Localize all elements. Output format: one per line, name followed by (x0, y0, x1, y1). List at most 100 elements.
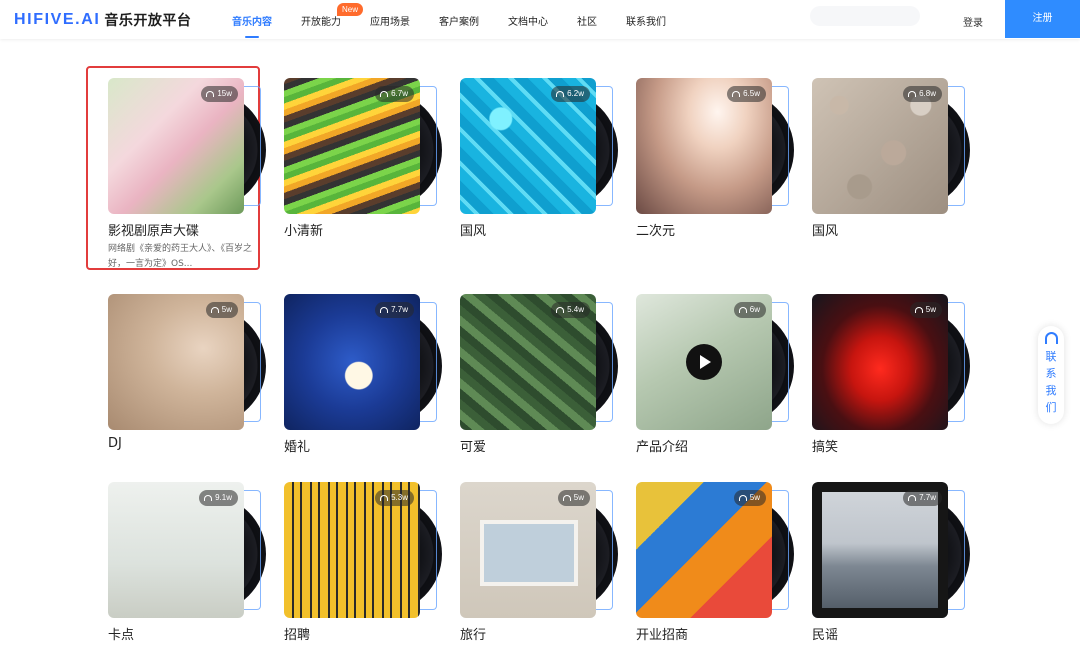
cover-image: 7.7w (284, 294, 420, 430)
picture-frame (480, 520, 578, 586)
playlist-card[interactable]: 6.7w 小清新 (264, 68, 442, 268)
playlist-card[interactable]: 5w 开业招商 (616, 472, 794, 672)
playlist-card[interactable]: 5.4w 可爱 (440, 284, 618, 484)
cover-image: 7.7w (812, 482, 948, 618)
playlist-card[interactable]: 5w DJ (88, 284, 266, 484)
play-count: 6w (749, 305, 760, 314)
play-count: 6.7w (391, 89, 408, 98)
cover-wrap: 9.1w (108, 482, 266, 618)
headphone-icon (556, 306, 565, 313)
play-count: 5w (221, 305, 232, 314)
play-count: 7.7w (919, 493, 936, 502)
side-contact-button[interactable]: 联系我们 (1038, 326, 1064, 424)
play-count-badge: 15w (201, 86, 238, 102)
login-link[interactable]: 登录 (963, 14, 983, 29)
nav-scenarios[interactable]: 应用场景 (370, 13, 410, 28)
card-title[interactable]: 影视剧原声大碟 (108, 220, 199, 239)
cover-wrap: 5w (460, 482, 618, 618)
nav-community[interactable]: 社区 (577, 13, 597, 28)
playlist-card[interactable]: 15w 影视剧原声大碟 网络剧《亲爱的药王大人》、《百岁之好，一言为定》OS..… (86, 66, 266, 270)
playlist-card[interactable]: 7.7w 民谣 (792, 472, 970, 672)
card-title[interactable]: 小清新 (284, 220, 323, 239)
headphone-icon (562, 494, 571, 501)
new-badge: New (337, 3, 364, 16)
card-title[interactable]: 二次元 (636, 220, 675, 239)
nav-contact-us[interactable]: 联系我们 (626, 13, 666, 28)
card-title[interactable]: 国风 (812, 220, 838, 239)
cover-image: 5.4w (460, 294, 596, 430)
cover-wrap: 5w (812, 294, 970, 430)
card-title[interactable]: 旅行 (460, 624, 486, 643)
card-title[interactable]: 开业招商 (636, 624, 688, 643)
cover-image: 6.2w (460, 78, 596, 214)
cover-wrap: 6.2w (460, 78, 618, 214)
play-count-badge: 5w (205, 302, 238, 318)
headphone-icon (908, 494, 917, 501)
cover-wrap: 5.3w (284, 482, 442, 618)
play-icon[interactable] (686, 344, 722, 380)
headphone-icon (738, 306, 747, 313)
nav-active-indicator (245, 36, 259, 38)
headphone-icon (380, 494, 389, 501)
playlist-card[interactable]: 5w 旅行 (440, 472, 618, 672)
playlist-card[interactable]: 5w 搞笑 (792, 284, 970, 484)
register-button[interactable]: 注册 (1005, 0, 1080, 38)
cover-image: 15w (108, 78, 244, 214)
playlist-card[interactable]: 5.3w 招聘 (264, 472, 442, 672)
cover-wrap: 6.5w (636, 78, 794, 214)
play-count-badge: 7.7w (375, 302, 414, 318)
nav-docs[interactable]: 文档中心 (508, 13, 548, 28)
play-count-badge: 6.2w (551, 86, 590, 102)
playlist-card[interactable]: 6.2w 国风 (440, 68, 618, 268)
cover-image: 6.5w (636, 78, 772, 214)
logo-text: 音乐开放平台 (104, 13, 192, 29)
card-title[interactable]: 产品介绍 (636, 436, 688, 455)
play-count-badge: 5w (557, 490, 590, 506)
play-count: 9.1w (215, 493, 232, 502)
card-title[interactable]: DJ (108, 436, 122, 451)
playlist-card[interactable]: 6.8w 国风 (792, 68, 970, 268)
play-count: 6.2w (567, 89, 584, 98)
card-title[interactable]: 国风 (460, 220, 486, 239)
headphone-icon (210, 306, 219, 313)
play-count-badge: 6.5w (727, 86, 766, 102)
headphone-icon (908, 90, 917, 97)
cover-image: 6.7w (284, 78, 420, 214)
playlist-card[interactable]: 6w 产品介绍 (616, 284, 794, 484)
card-title[interactable]: 招聘 (284, 624, 310, 643)
playlist-card[interactable]: 6.5w 二次元 (616, 68, 794, 268)
cover-image: 5w (460, 482, 596, 618)
logo-mark: HIFIVE.AI (14, 11, 101, 28)
play-count-badge: 5.3w (375, 490, 414, 506)
cover-wrap: 15w (108, 78, 266, 214)
card-title[interactable]: 民谣 (812, 624, 838, 643)
cover-wrap: 7.7w (812, 482, 970, 618)
play-count: 5w (925, 305, 936, 314)
headphone-icon (206, 90, 215, 97)
cover-wrap: 7.7w (284, 294, 442, 430)
card-title[interactable]: 卡点 (108, 624, 134, 643)
side-contact-label: 联系我们 (1045, 350, 1057, 414)
card-title[interactable]: 可爱 (460, 436, 486, 455)
card-title[interactable]: 搞笑 (812, 436, 838, 455)
cover-image: 5.3w (284, 482, 420, 618)
playlist-card[interactable]: 7.7w 婚礼 (264, 284, 442, 484)
nav-open-capabilities[interactable]: 开放能力 (301, 13, 341, 28)
logo[interactable]: HIFIVE.AI 音乐开放平台 (14, 11, 191, 29)
nav-music-content[interactable]: 音乐内容 (232, 13, 272, 28)
playlist-card[interactable]: 9.1w 卡点 (88, 472, 266, 672)
cover-wrap: 6w (636, 294, 794, 430)
play-count-badge: 6.7w (375, 86, 414, 102)
play-count: 7.7w (391, 305, 408, 314)
headphone-icon (380, 306, 389, 313)
cover-image: 6.8w (812, 78, 948, 214)
play-count: 5w (749, 493, 760, 502)
headphone-icon (380, 90, 389, 97)
card-title[interactable]: 婚礼 (284, 436, 310, 455)
play-count: 6.5w (743, 89, 760, 98)
play-count: 15w (217, 89, 232, 98)
play-count: 6.8w (919, 89, 936, 98)
nav-customer-cases[interactable]: 客户案例 (439, 13, 479, 28)
play-count-badge: 7.7w (903, 490, 942, 506)
cover-wrap: 6.7w (284, 78, 442, 214)
